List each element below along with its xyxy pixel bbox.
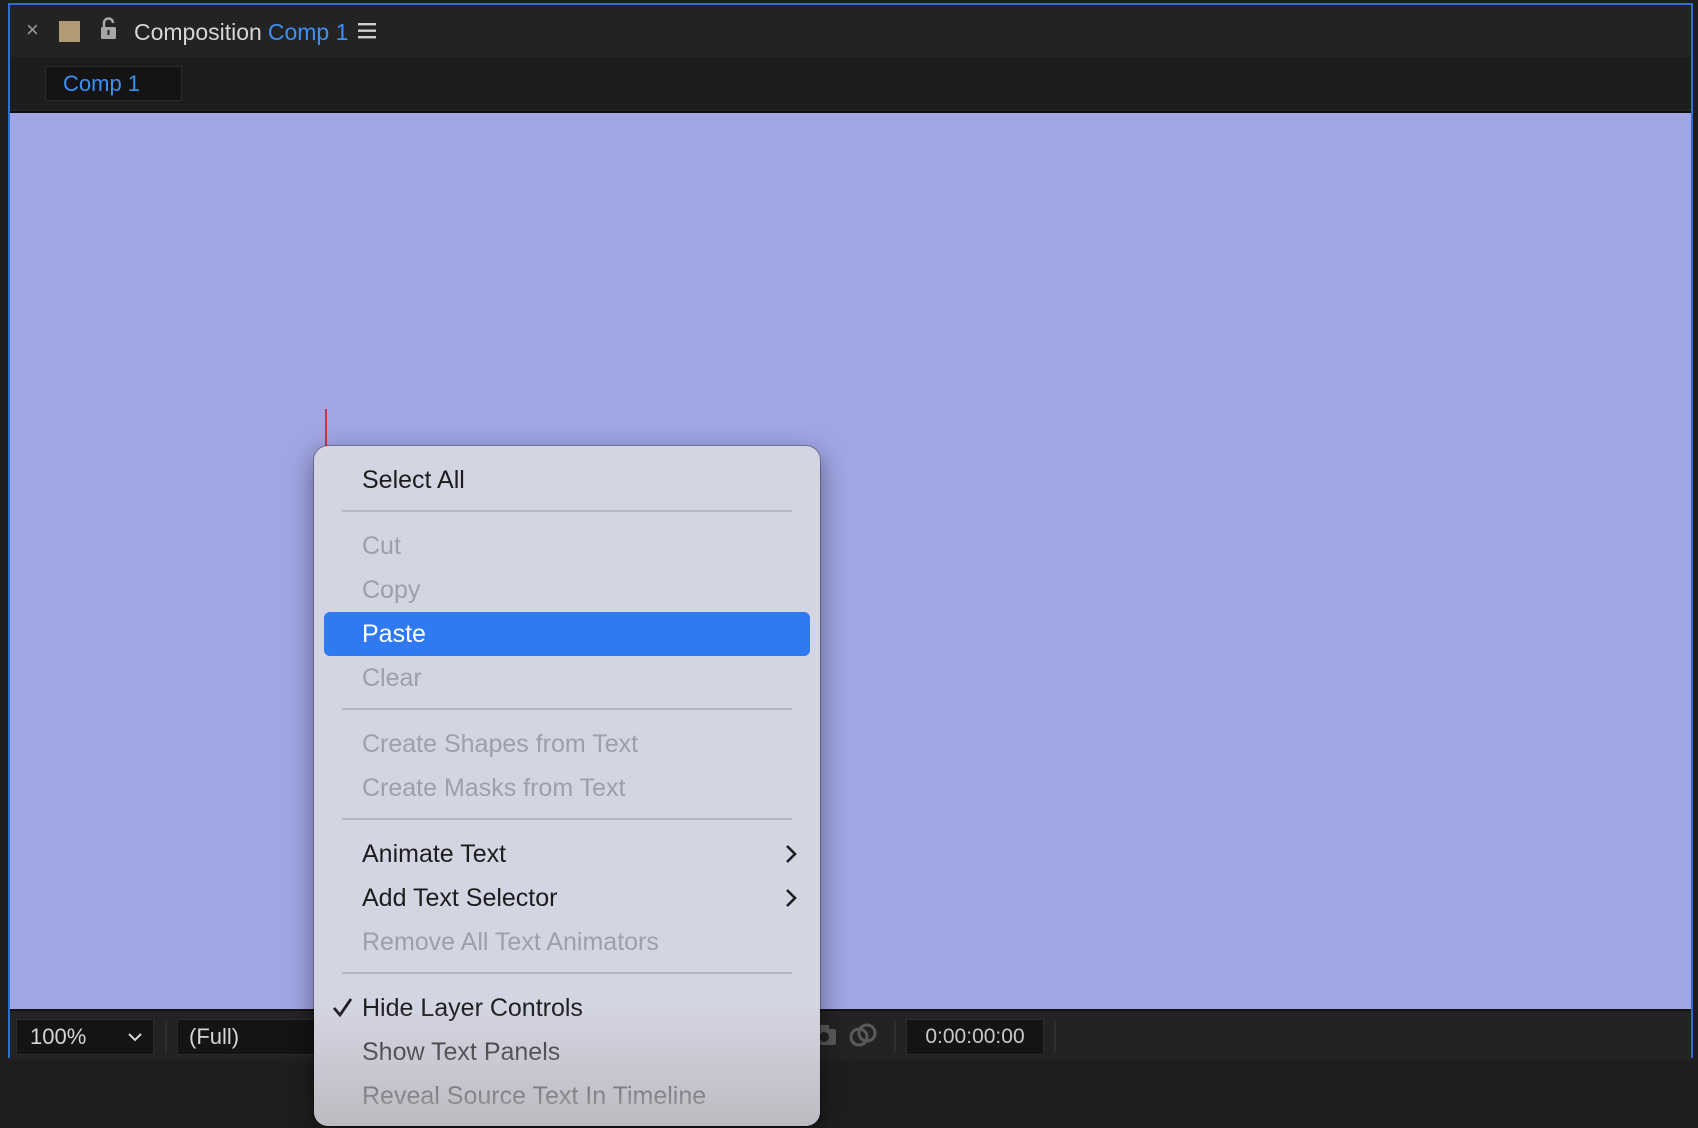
current-time-display[interactable]: 0:00:00:00 <box>906 1019 1044 1055</box>
menu-item-label: Hide Layer Controls <box>362 994 583 1022</box>
show-channel-icon[interactable] <box>848 1021 878 1054</box>
menu-item-label: Create Shapes from Text <box>362 730 639 758</box>
lock-icon[interactable] <box>99 17 119 46</box>
chevron-down-icon <box>127 1020 143 1064</box>
composition-viewer[interactable] <box>10 111 1691 1011</box>
close-icon[interactable]: × <box>26 17 39 43</box>
menu-item-label: Show Text Panels <box>362 1038 561 1066</box>
panel-title-comp-name[interactable]: Comp 1 <box>268 19 349 45</box>
context-menu: Select All Cut Copy Paste Clear Create S… <box>314 446 820 1126</box>
menu-item-select-all[interactable]: Select All <box>324 458 810 502</box>
resolution-dropdown[interactable]: (Full) <box>177 1019 317 1055</box>
menu-item-reveal-source-text[interactable]: Reveal Source Text In Timeline <box>324 1074 810 1118</box>
menu-item-animate-text[interactable]: Animate Text <box>324 832 810 876</box>
menu-divider <box>342 708 792 710</box>
menu-item-label: Copy <box>362 576 421 604</box>
toolbar-separator <box>165 1021 167 1053</box>
menu-item-label: Create Masks from Text <box>362 774 626 802</box>
menu-item-remove-all-text-animators: Remove All Text Animators <box>324 920 810 964</box>
menu-item-add-text-selector[interactable]: Add Text Selector <box>324 876 810 920</box>
menu-item-cut: Cut <box>324 524 810 568</box>
menu-divider <box>342 818 792 820</box>
menu-item-label: Add Text Selector <box>362 884 558 912</box>
menu-item-create-shapes-from-text: Create Shapes from Text <box>324 722 810 766</box>
menu-item-label: Animate Text <box>362 840 507 868</box>
panel-menu-icon[interactable] <box>358 23 378 44</box>
menu-item-label: Clear <box>362 664 422 692</box>
tab-comp-1[interactable]: Comp 1 <box>45 66 182 101</box>
menu-item-show-text-panels[interactable]: Show Text Panels <box>324 1030 810 1074</box>
viewer-bottom-bar: 100% (Full) 0:00:00:00 <box>10 1009 1691 1060</box>
menu-item-label: Paste <box>362 620 426 648</box>
menu-divider <box>342 510 792 512</box>
composition-panel: × Composition Comp 1 Comp 1 100% (Full) … <box>8 3 1693 1060</box>
menu-item-label: Select All <box>362 466 465 494</box>
color-swatch-icon[interactable] <box>59 21 80 42</box>
toolbar-separator <box>894 1021 896 1053</box>
panel-title: Composition Comp 1 <box>134 19 348 46</box>
menu-item-label: Reveal Source Text In Timeline <box>362 1082 707 1110</box>
menu-item-copy: Copy <box>324 568 810 612</box>
menu-item-paste[interactable]: Paste <box>324 612 810 656</box>
resolution-value: (Full) <box>189 1024 240 1049</box>
menu-divider <box>342 972 792 974</box>
panel-title-label: Composition <box>134 19 262 45</box>
menu-item-label: Cut <box>362 532 401 560</box>
toolbar-separator <box>1054 1021 1056 1053</box>
menu-item-create-masks-from-text: Create Masks from Text <box>324 766 810 810</box>
magnification-value: 100% <box>30 1024 87 1049</box>
magnification-dropdown[interactable]: 100% <box>16 1019 154 1055</box>
panel-header: × Composition Comp 1 <box>10 5 1691 57</box>
menu-item-hide-layer-controls[interactable]: Hide Layer Controls <box>324 986 810 1030</box>
menu-item-label: Remove All Text Animators <box>362 928 659 956</box>
comp-tab-bar: Comp 1 <box>10 57 1691 109</box>
menu-item-clear: Clear <box>324 656 810 700</box>
